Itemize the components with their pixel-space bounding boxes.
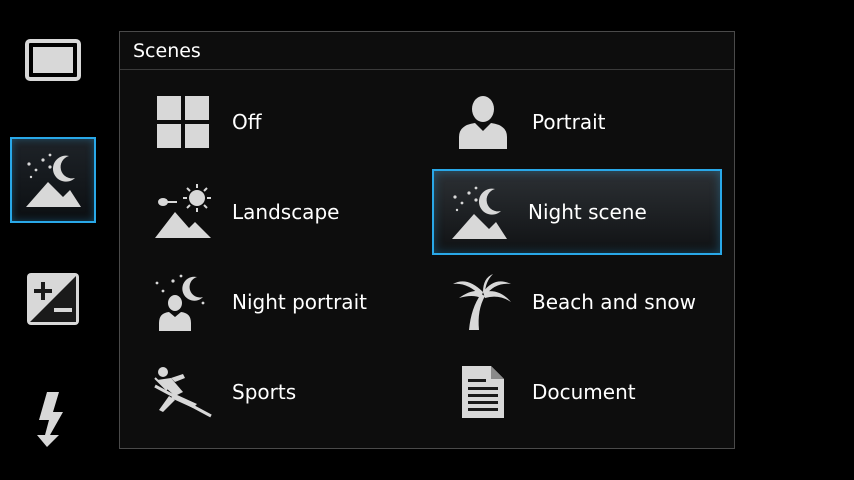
aspect-ratio-icon — [25, 39, 81, 81]
scene-option-label: Beach and snow — [532, 290, 696, 314]
palm-tree-icon — [453, 272, 513, 332]
scene-option-night-portrait[interactable]: Night portrait — [126, 259, 416, 345]
flash-button[interactable] — [10, 376, 96, 462]
scene-option-label: Sports — [232, 380, 297, 404]
landscape-icon — [153, 182, 213, 242]
document-icon — [453, 362, 513, 422]
scene-option-label: Document — [532, 380, 636, 404]
scenes-panel: Scenes Off Portrait Landscape Night scen… — [119, 31, 735, 449]
aspect-ratio-button[interactable] — [10, 17, 96, 103]
scene-option-portrait[interactable]: Portrait — [426, 79, 716, 165]
sports-icon — [153, 362, 213, 422]
scene-option-label: Night scene — [528, 200, 647, 224]
scene-option-beach-and-snow[interactable]: Beach and snow — [426, 259, 716, 345]
panel-title: Scenes — [120, 32, 734, 70]
scene-option-label: Off — [232, 110, 262, 134]
exposure-button[interactable] — [10, 256, 96, 342]
night-scene-icon — [26, 153, 81, 207]
scene-option-label: Landscape — [232, 200, 340, 224]
scene-option-landscape[interactable]: Landscape — [126, 169, 416, 255]
scene-option-label: Night portrait — [232, 290, 367, 314]
scene-option-sports[interactable]: Sports — [126, 349, 416, 435]
grid-off-icon — [153, 92, 213, 152]
portrait-icon — [453, 92, 513, 152]
scene-option-off[interactable]: Off — [126, 79, 416, 165]
scene-option-night-scene[interactable]: Night scene — [432, 169, 722, 255]
scene-mode-button[interactable] — [10, 137, 96, 223]
night-scene-icon — [449, 182, 509, 242]
exposure-compensation-icon — [27, 273, 79, 325]
scene-option-label: Portrait — [532, 110, 606, 134]
night-portrait-icon — [153, 272, 213, 332]
camera-settings-sidebar — [0, 0, 110, 480]
flash-icon — [37, 392, 63, 447]
scene-option-document[interactable]: Document — [426, 349, 716, 435]
